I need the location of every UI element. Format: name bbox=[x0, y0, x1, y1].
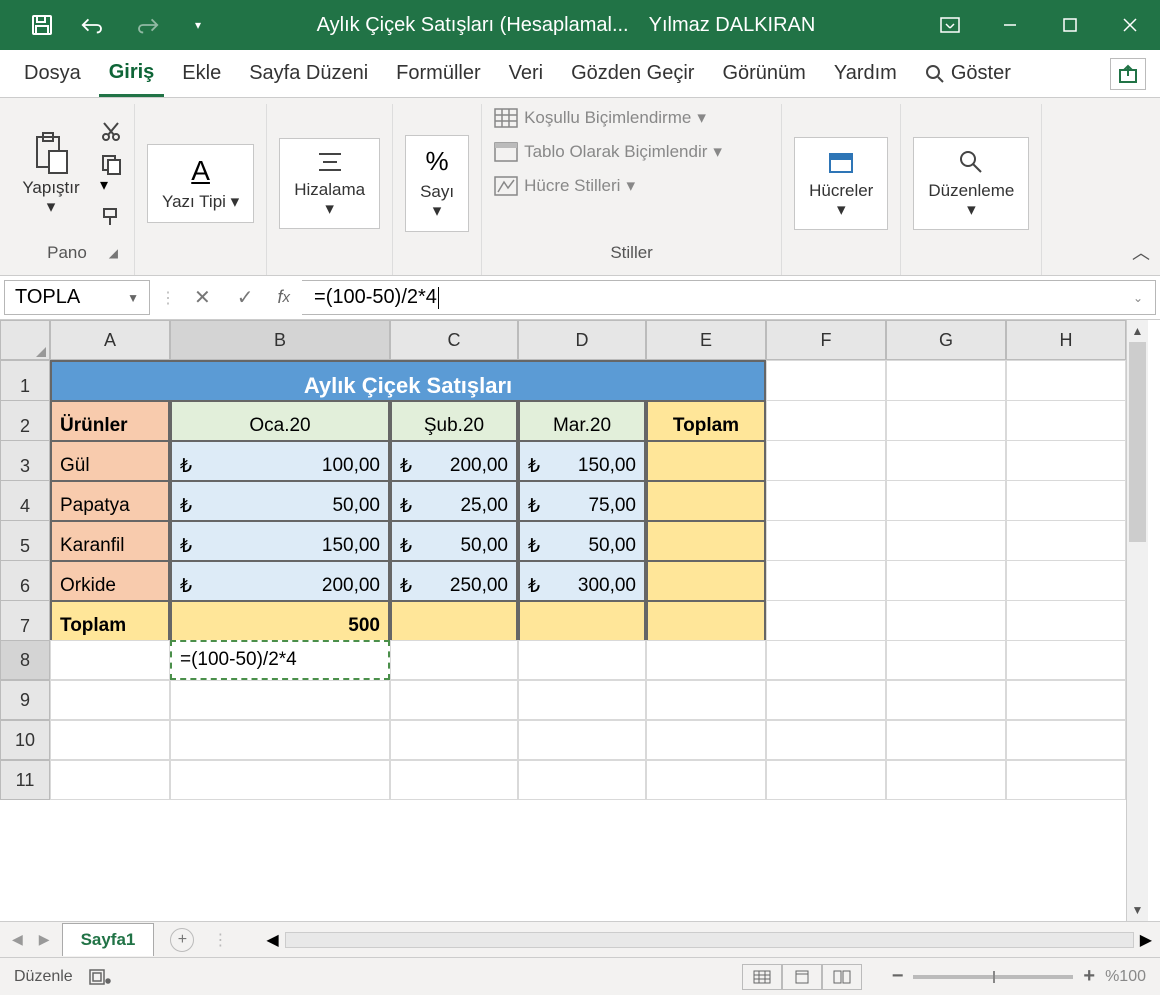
undo-button[interactable] bbox=[80, 11, 108, 39]
view-page-layout-button[interactable] bbox=[782, 964, 822, 990]
select-all-cell[interactable] bbox=[0, 320, 50, 360]
group-label-styles: Stiller bbox=[610, 243, 653, 263]
tab-view[interactable]: Görünüm bbox=[712, 52, 815, 95]
col-header-C[interactable]: C bbox=[390, 320, 518, 360]
col-header-B[interactable]: B bbox=[170, 320, 390, 360]
col-header-E[interactable]: E bbox=[646, 320, 766, 360]
copy-button[interactable]: ▾ bbox=[100, 153, 122, 195]
grid[interactable]: A B C D E F G H 1 Aylık Çiçek Satışları … bbox=[0, 320, 1126, 921]
zoom-slider[interactable] bbox=[913, 975, 1073, 979]
col-header-A[interactable]: A bbox=[50, 320, 170, 360]
cut-button[interactable] bbox=[100, 121, 122, 143]
view-normal-button[interactable] bbox=[742, 964, 782, 990]
col-header-G[interactable]: G bbox=[886, 320, 1006, 360]
tell-me-search[interactable]: Göster bbox=[925, 62, 1011, 85]
macro-record-icon[interactable] bbox=[89, 969, 111, 985]
paste-label: Yapıştır bbox=[22, 178, 79, 197]
tab-insert[interactable]: Ekle bbox=[172, 52, 231, 95]
formula-input[interactable]: =(100-50)/2*4 ⌄ bbox=[302, 280, 1156, 315]
cells-label: Hücreler bbox=[809, 181, 873, 200]
name-box[interactable]: TOPLA ▼ bbox=[4, 280, 150, 315]
expand-formula-bar[interactable]: ⌄ bbox=[1133, 291, 1143, 305]
minimize-button[interactable] bbox=[980, 0, 1040, 50]
save-button[interactable] bbox=[28, 11, 56, 39]
sheet-tab-1[interactable]: Sayfa1 bbox=[62, 923, 155, 956]
enter-formula-button[interactable]: ✓ bbox=[237, 285, 254, 310]
share-button[interactable] bbox=[1110, 58, 1146, 90]
splitter[interactable]: ⋮ bbox=[202, 930, 238, 950]
zoom-in-button[interactable]: + bbox=[1083, 965, 1095, 988]
tab-help[interactable]: Yardım bbox=[824, 52, 907, 95]
format-as-table-button[interactable]: Tablo Olarak Biçimlendir ▾ bbox=[494, 142, 722, 162]
number-label: Sayı bbox=[420, 182, 454, 201]
sheet-nav-next[interactable]: ▶ bbox=[35, 931, 54, 948]
font-label: Yazı Tipi bbox=[162, 192, 226, 211]
name-box-value: TOPLA bbox=[15, 286, 80, 309]
cell-styles-button[interactable]: Hücre Stilleri ▾ bbox=[494, 176, 635, 196]
document-title: Aylık Çiçek Satışları (Hesaplamal... bbox=[317, 14, 629, 37]
row-header-11[interactable]: 11 bbox=[0, 760, 50, 800]
add-sheet-button[interactable]: + bbox=[170, 928, 194, 952]
separator: ⋮ bbox=[154, 276, 182, 319]
zoom-out-button[interactable]: − bbox=[892, 965, 904, 988]
tab-review[interactable]: Gözden Geçir bbox=[561, 52, 704, 95]
scroll-right-icon[interactable]: ▶ bbox=[1140, 930, 1152, 950]
status-mode: Düzenle bbox=[14, 968, 73, 986]
ribbon-options-button[interactable] bbox=[920, 0, 980, 50]
scroll-up-icon[interactable]: ▲ bbox=[1127, 320, 1148, 342]
cells-group-button[interactable]: Hücreler▾ bbox=[794, 137, 888, 230]
user-name: Yılmaz DALKIRAN bbox=[649, 14, 816, 37]
cancel-formula-button[interactable]: ✕ bbox=[194, 285, 211, 310]
scroll-left-icon[interactable]: ◀ bbox=[266, 930, 278, 950]
formula-bar: TOPLA ▼ ⋮ ✕ ✓ fx =(100-50)/2*4 ⌄ bbox=[0, 276, 1160, 320]
maximize-button[interactable] bbox=[1040, 0, 1100, 50]
row-header-8[interactable]: 8 bbox=[0, 640, 50, 680]
conditional-formatting-button[interactable]: Koşullu Biçimlendirme ▾ bbox=[494, 108, 706, 128]
fx-icon[interactable]: fx bbox=[266, 276, 303, 319]
sheet-tab-strip: ◀ ▶ Sayfa1 + ⋮ ◀ ▶ bbox=[0, 921, 1160, 957]
collapse-ribbon-button[interactable]: ︿ bbox=[1132, 239, 1150, 265]
horizontal-scrollbar[interactable]: ◀ ▶ bbox=[266, 930, 1152, 950]
scroll-down-icon[interactable]: ▼ bbox=[1127, 899, 1148, 921]
tab-file[interactable]: Dosya bbox=[14, 52, 91, 95]
vertical-scrollbar[interactable]: ▲ ▼ bbox=[1126, 320, 1148, 921]
editing-label: Düzenleme bbox=[928, 181, 1014, 200]
editing-group-button[interactable]: Düzenleme▾ bbox=[913, 137, 1029, 230]
tab-data[interactable]: Veri bbox=[499, 52, 553, 95]
col-header-H[interactable]: H bbox=[1006, 320, 1126, 360]
close-button[interactable] bbox=[1100, 0, 1160, 50]
tab-layout[interactable]: Sayfa Düzeni bbox=[239, 52, 378, 95]
sheet-nav-prev[interactable]: ◀ bbox=[8, 931, 27, 948]
tab-home[interactable]: Giriş bbox=[99, 51, 165, 97]
zoom-level[interactable]: %100 bbox=[1105, 968, 1146, 986]
view-page-break-button[interactable] bbox=[822, 964, 862, 990]
formula-text: =(100-50)/2*4 bbox=[314, 286, 437, 309]
tell-me-label: Göster bbox=[951, 62, 1011, 85]
group-label-clipboard: Pano bbox=[47, 243, 87, 263]
active-cell-B8[interactable]: =(100-50)/2*4 bbox=[170, 640, 390, 680]
format-painter-button[interactable] bbox=[100, 205, 122, 227]
tab-formulas[interactable]: Formüller bbox=[386, 52, 490, 95]
qat-customize[interactable]: ▾ bbox=[184, 11, 212, 39]
alignment-group-button[interactable]: Hizalama▾ bbox=[279, 138, 380, 229]
worksheet-area: A B C D E F G H 1 Aylık Çiçek Satışları … bbox=[0, 320, 1160, 921]
paste-button[interactable]: Yapıştır▾ bbox=[12, 127, 90, 220]
titlebar: ▾ Aylık Çiçek Satışları (Hesaplamal... Y… bbox=[0, 0, 1160, 50]
number-group-button[interactable]: % Sayı▾ bbox=[405, 135, 469, 231]
clipboard-dialog-launcher[interactable]: ◢ bbox=[109, 246, 118, 260]
ribbon-tabs: Dosya Giriş Ekle Sayfa Düzeni Formüller … bbox=[0, 50, 1160, 98]
ribbon: Yapıştır▾ ▾ Pano ◢ A Yazı Tipi ▾ Hizalama… bbox=[0, 98, 1160, 276]
row-header-9[interactable]: 9 bbox=[0, 680, 50, 720]
chevron-down-icon[interactable]: ▼ bbox=[127, 291, 139, 305]
alignment-label: Hizalama bbox=[294, 180, 365, 199]
col-header-F[interactable]: F bbox=[766, 320, 886, 360]
font-group-button[interactable]: A Yazı Tipi ▾ bbox=[147, 144, 254, 223]
col-header-D[interactable]: D bbox=[518, 320, 646, 360]
row-header-10[interactable]: 10 bbox=[0, 720, 50, 760]
redo-button[interactable] bbox=[132, 11, 160, 39]
status-bar: Düzenle − + %100 bbox=[0, 957, 1160, 995]
cell-A8[interactable] bbox=[50, 640, 170, 680]
